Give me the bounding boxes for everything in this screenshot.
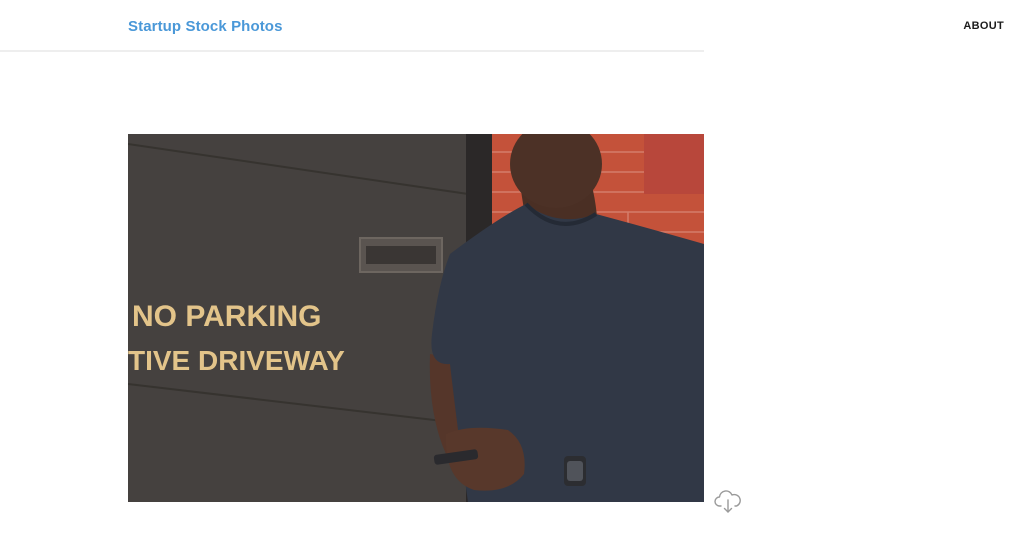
header-divider — [0, 50, 704, 52]
cloud-download-icon — [714, 490, 741, 513]
download-button[interactable] — [714, 490, 742, 516]
sign-text-line2: TIVE DRIVEWAY — [128, 345, 345, 376]
nav-about-link[interactable]: ABOUT — [963, 20, 1004, 32]
sign-text-line1: NO PARKING — [132, 300, 321, 333]
site-header: Startup Stock Photos ABOUT — [0, 0, 1024, 52]
featured-photo[interactable]: NO PARKING TIVE DRIVEWAY — [128, 134, 704, 502]
brand-logo-link[interactable]: Startup Stock Photos — [128, 18, 283, 35]
